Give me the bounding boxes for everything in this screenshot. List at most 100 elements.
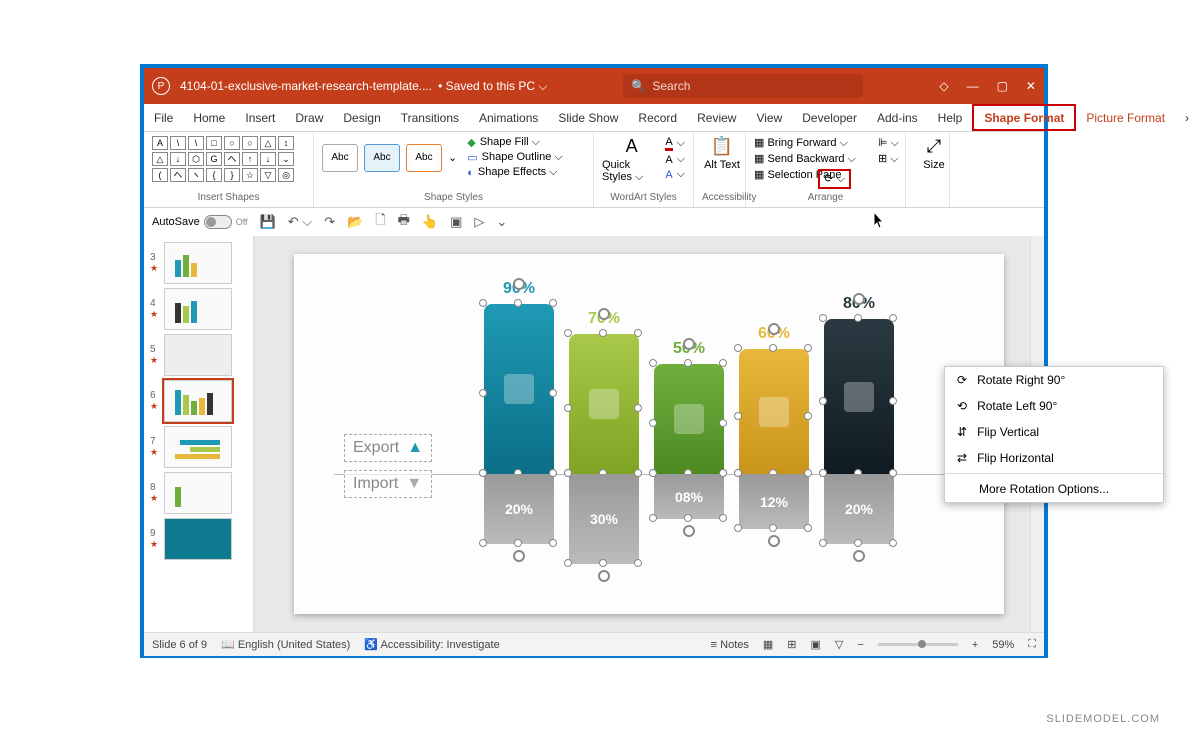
bring-forward-button[interactable]: ▦ Bring Forward ⌵ [754, 136, 897, 150]
thumb-8[interactable] [164, 472, 232, 514]
quick-styles-button[interactable]: AQuick Styles ⌵ [602, 136, 661, 184]
slide-canvas-area[interactable]: Export▲ Import▼ 90%20%70%30%50%08%60%12%… [254, 236, 1044, 632]
maximize-button[interactable]: ▢ [997, 79, 1008, 93]
search-input[interactable]: 🔍 Search [623, 74, 863, 98]
group-button[interactable]: ⊞ ⌵ [878, 152, 899, 166]
thumb-4[interactable] [164, 288, 232, 330]
accessibility-check[interactable]: ♿ Accessibility: Investigate [364, 638, 499, 651]
tab-help[interactable]: Help [928, 104, 973, 131]
language-indicator[interactable]: 📖 English (United States) [221, 638, 350, 651]
zoom-in[interactable]: + [972, 639, 978, 651]
alt-text-button[interactable]: 📋Alt Text [702, 136, 742, 171]
rotate-left-90[interactable]: ⟲Rotate Left 90° [945, 393, 1163, 419]
tab-overflow[interactable]: › [1175, 104, 1199, 131]
tab-slide-show[interactable]: Slide Show [548, 104, 628, 131]
app-window: P 4104-01-exclusive-market-research-temp… [140, 64, 1048, 658]
flip-vertical[interactable]: ⇵Flip Vertical [945, 419, 1163, 445]
zoom-out[interactable]: − [857, 639, 863, 651]
send-backward-button[interactable]: ▦ Send Backward ⌵ [754, 152, 897, 166]
rotate-right-icon: ⟳ [957, 373, 967, 387]
shape-outline-button[interactable]: ▭Shape Outline ⌵ [467, 151, 563, 164]
autosave-toggle[interactable] [204, 215, 232, 229]
rotate-right-90[interactable]: ⟳Rotate Right 90° [945, 367, 1163, 393]
text-effects-button[interactable]: A ⌵ [665, 168, 685, 181]
save-status[interactable]: • Saved to this PC ⌵ [438, 79, 547, 94]
more-icon[interactable]: ⌄ [496, 214, 507, 230]
tab-picture-format[interactable]: Picture Format [1076, 104, 1175, 131]
thumb-5[interactable] [164, 334, 232, 376]
minimize-button[interactable]: — [967, 79, 979, 93]
group-shape-styles: Abc Abc Abc ⌄ ◆Shape Fill ⌵ ▭Shape Outli… [314, 132, 594, 207]
search-placeholder: Search [652, 79, 690, 93]
slideshow-view-icon[interactable]: ▽ [835, 638, 843, 651]
undo-icon[interactable]: ↶ ⌵ [288, 214, 312, 230]
close-button[interactable]: ✕ [1026, 79, 1036, 93]
align-button[interactable]: ⊫ ⌵ [878, 136, 899, 150]
new-icon[interactable]: 🗋 [375, 211, 385, 233]
flip-horizontal[interactable]: ⇄Flip Horizontal [945, 445, 1163, 471]
gallery-more-icon[interactable]: ⌄ [448, 151, 457, 164]
legend[interactable]: Export▲ Import▼ [344, 434, 432, 506]
rotate-left-icon: ⟲ [957, 399, 967, 413]
tab-animations[interactable]: Animations [469, 104, 548, 131]
legend-import[interactable]: Import▼ [344, 470, 432, 498]
tab-record[interactable]: Record [628, 104, 687, 131]
thumb-9[interactable] [164, 518, 232, 560]
thumbnail-panel[interactable]: 3★ 4★ 5★ 6★ 7★ 8★ 9★ [144, 236, 254, 632]
notes-button[interactable]: ≡ Notes [711, 639, 749, 651]
teams-share-icon[interactable]: ◇ [939, 79, 948, 93]
workspace: 3★ 4★ 5★ 6★ 7★ 8★ 9★ Export▲ Import▼ 90%… [144, 236, 1044, 632]
touch-icon[interactable]: 👆 [422, 214, 438, 230]
tab-addins[interactable]: Add-ins [867, 104, 928, 131]
more-rotation-options[interactable]: More Rotation Options... [945, 476, 1163, 502]
slide-counter[interactable]: Slide 6 of 9 [152, 639, 207, 651]
text-outline-button[interactable]: A ⌵ [665, 153, 685, 166]
mouse-cursor [874, 212, 886, 230]
print-icon[interactable]: 🖶 [398, 211, 410, 233]
redo-icon[interactable]: ↷ [324, 214, 335, 230]
shape-style-gallery[interactable]: Abc Abc Abc ⌄ [322, 144, 457, 172]
legend-export[interactable]: Export▲ [344, 434, 432, 462]
shapes-gallery[interactable]: A\\□○○△↕ △↓⬡Gへ↑↓⌄ (へヽ{}☆▽◎ [152, 136, 305, 182]
thumb-3[interactable] [164, 242, 232, 284]
fit-window-icon[interactable]: ⛶ [1028, 638, 1036, 651]
file-name[interactable]: 4104-01-exclusive-market-research-templa… [180, 79, 432, 93]
tab-review[interactable]: Review [687, 104, 746, 131]
tab-file[interactable]: File [144, 104, 183, 131]
autosave-label: AutoSave [152, 216, 200, 228]
slide-canvas[interactable]: Export▲ Import▼ 90%20%70%30%50%08%60%12%… [294, 254, 1004, 614]
flip-vertical-icon: ⇵ [957, 425, 967, 439]
save-icon[interactable]: 💾 [260, 214, 276, 230]
tab-developer[interactable]: Developer [792, 104, 867, 131]
tab-view[interactable]: View [746, 104, 792, 131]
thumb-7[interactable] [164, 426, 232, 468]
layout-icon[interactable]: ▣ [450, 214, 462, 230]
zoom-level[interactable]: 59% [992, 639, 1014, 651]
shape-fill-button[interactable]: ◆Shape Fill ⌵ [467, 136, 563, 149]
menu-bar: File Home Insert Draw Design Transitions… [144, 104, 1044, 132]
rotate-button[interactable]: ⟳ ⌵ [818, 169, 851, 189]
rotate-dropdown-menu: ⟳Rotate Right 90° ⟲Rotate Left 90° ⇵Flip… [944, 366, 1164, 503]
shape-effects-button[interactable]: ◐Shape Effects ⌵ [467, 166, 563, 179]
group-insert-shapes: A\\□○○△↕ △↓⬡Gへ↑↓⌄ (へヽ{}☆▽◎ Insert Shapes [144, 132, 314, 207]
thumb-6[interactable] [164, 380, 232, 422]
tab-design[interactable]: Design [333, 104, 390, 131]
sorter-view-icon[interactable]: ⊞ [787, 638, 796, 651]
tab-insert[interactable]: Insert [235, 104, 285, 131]
normal-view-icon[interactable]: ▦ [763, 638, 773, 651]
ribbon: A\\□○○△↕ △↓⬡Gへ↑↓⌄ (へヽ{}☆▽◎ Insert Shapes… [144, 132, 1044, 208]
tab-shape-format[interactable]: Shape Format [972, 104, 1076, 131]
tab-transitions[interactable]: Transitions [391, 104, 469, 131]
zoom-slider[interactable] [878, 643, 958, 646]
status-bar: Slide 6 of 9 📖 English (United States) ♿… [144, 632, 1044, 656]
powerpoint-icon: P [152, 77, 170, 95]
reading-view-icon[interactable]: ▣ [811, 638, 821, 651]
open-icon[interactable]: 📂 [347, 214, 363, 230]
size-button[interactable]: ⤢Size [914, 136, 954, 171]
tab-draw[interactable]: Draw [285, 104, 333, 131]
search-icon: 🔍 [631, 79, 646, 93]
present-icon[interactable]: ▷ [474, 214, 484, 230]
tab-home[interactable]: Home [183, 104, 235, 131]
text-fill-button[interactable]: A ⌵ [665, 136, 685, 151]
group-accessibility: 📋Alt Text Accessibility [694, 132, 746, 207]
